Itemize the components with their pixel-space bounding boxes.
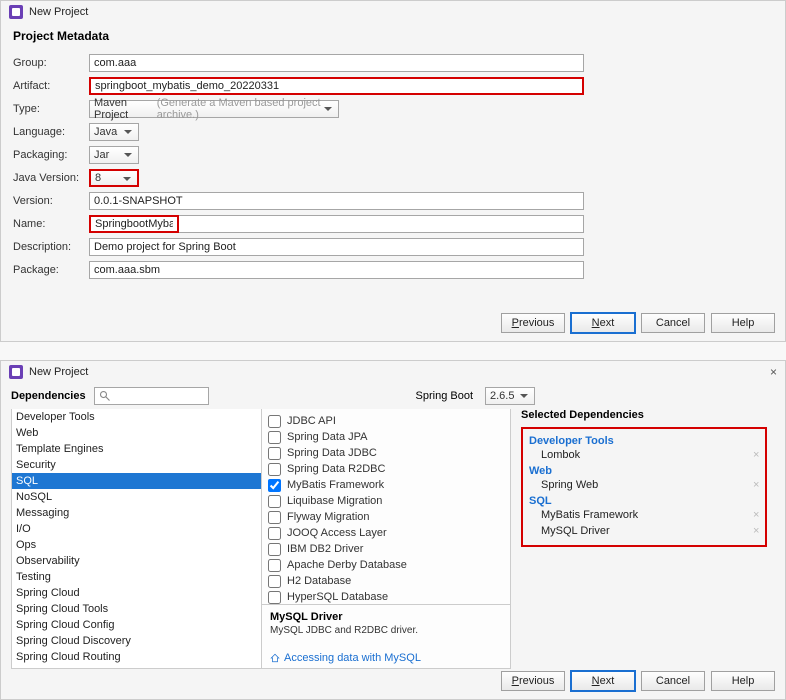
artifact-input[interactable]	[89, 77, 584, 95]
type-select[interactable]: Maven Project (Generate a Maven based pr…	[89, 100, 339, 118]
dependency-checkbox[interactable]: IBM DB2 Driver	[268, 541, 504, 557]
dependency-checkbox[interactable]: Spring Data JPA	[268, 429, 504, 445]
remove-dependency-button[interactable]: ×	[753, 449, 759, 461]
next-button[interactable]: Next	[571, 313, 635, 333]
search-icon	[99, 390, 111, 402]
springboot-label: Spring Boot	[416, 390, 473, 402]
selected-group-heading: SQL	[529, 495, 759, 507]
version-input[interactable]	[89, 192, 584, 210]
dependency-checkbox[interactable]: Flyway Migration	[268, 509, 504, 525]
dependency-checkbox[interactable]: JOOQ Access Layer	[268, 525, 504, 541]
desc-link[interactable]: Accessing data with MySQL	[270, 652, 502, 664]
dependency-checkbox[interactable]: JDBC API	[268, 413, 504, 429]
category-item[interactable]: Messaging	[12, 505, 261, 521]
previous-button[interactable]: Previous	[501, 313, 565, 333]
category-item[interactable]: Security	[12, 457, 261, 473]
previous-button[interactable]: Previous	[501, 671, 565, 691]
dependency-checkbox[interactable]: H2 Database	[268, 573, 504, 589]
category-item[interactable]: Spring Cloud Circuit Breaker	[12, 665, 261, 669]
remove-dependency-button[interactable]: ×	[753, 525, 759, 537]
category-item[interactable]: SQL	[12, 473, 261, 489]
label-version: Version:	[13, 195, 89, 207]
label-description: Description:	[13, 241, 89, 253]
close-button[interactable]: ×	[770, 365, 777, 379]
springboot-select[interactable]: 2.6.5	[485, 387, 535, 405]
package-input[interactable]	[89, 261, 584, 279]
label-group: Group:	[13, 57, 89, 69]
page-heading: Project Metadata	[1, 23, 785, 53]
home-icon	[270, 653, 280, 663]
remove-dependency-button[interactable]: ×	[753, 479, 759, 491]
help-button[interactable]: Help	[711, 313, 775, 333]
selected-group-heading: Developer Tools	[529, 435, 759, 447]
remove-dependency-button[interactable]: ×	[753, 509, 759, 521]
dependency-checkbox[interactable]: Apache Derby Database	[268, 557, 504, 573]
titlebar-2: New Project	[1, 361, 785, 383]
selected-dependency: MyBatis Framework×	[529, 507, 759, 523]
category-item[interactable]: Spring Cloud Config	[12, 617, 261, 633]
group-input[interactable]	[89, 54, 584, 72]
app-icon	[9, 365, 23, 379]
category-item[interactable]: NoSQL	[12, 489, 261, 505]
dependency-checkbox[interactable]: MyBatis Framework	[268, 477, 504, 493]
category-item[interactable]: Spring Cloud Routing	[12, 649, 261, 665]
label-artifact: Artifact:	[13, 80, 89, 92]
button-bar-2: Previous Next Cancel Help	[501, 671, 775, 691]
desc-title: MySQL Driver	[270, 611, 502, 623]
label-package: Package:	[13, 264, 89, 276]
packaging-select[interactable]: Jar	[89, 146, 139, 164]
category-item[interactable]: Web	[12, 425, 261, 441]
form-area: Group: Artifact: Type: Maven Project (Ge…	[1, 53, 785, 280]
titlebar: New Project	[1, 1, 785, 23]
category-item[interactable]: Spring Cloud Tools	[12, 601, 261, 617]
label-name: Name:	[13, 218, 89, 230]
category-item[interactable]: Observability	[12, 553, 261, 569]
next-button[interactable]: Next	[571, 671, 635, 691]
item-description: MySQL Driver MySQL JDBC and R2DBC driver…	[262, 604, 510, 668]
selected-heading: Selected Dependencies	[521, 409, 775, 427]
category-item[interactable]: I/O	[12, 521, 261, 537]
cancel-button[interactable]: Cancel	[641, 671, 705, 691]
button-bar: Previous Next Cancel Help	[501, 313, 775, 333]
window-title: New Project	[29, 6, 88, 18]
app-icon	[9, 5, 23, 19]
wizard-dependencies: × New Project Dependencies Spring Boot 2…	[0, 360, 786, 700]
window-title-2: New Project	[29, 366, 88, 378]
help-button[interactable]: Help	[711, 671, 775, 691]
label-packaging: Packaging:	[13, 149, 89, 161]
dependency-checkbox[interactable]: HyperSQL Database	[268, 589, 504, 604]
label-language: Language:	[13, 126, 89, 138]
category-item[interactable]: Spring Cloud Discovery	[12, 633, 261, 649]
category-item[interactable]: Spring Cloud	[12, 585, 261, 601]
category-item[interactable]: Ops	[12, 537, 261, 553]
dependencies-heading: Dependencies	[11, 390, 86, 402]
category-item[interactable]: Developer Tools	[12, 409, 261, 425]
selected-dependency: MySQL Driver×	[529, 523, 759, 539]
selected-dependency: Spring Web×	[529, 477, 759, 493]
desc-body: MySQL JDBC and R2DBC driver.	[270, 625, 502, 636]
category-item[interactable]: Testing	[12, 569, 261, 585]
dependency-checkbox[interactable]: Spring Data JDBC	[268, 445, 504, 461]
selected-panel: Selected Dependencies Developer ToolsLom…	[511, 409, 775, 669]
category-item[interactable]: Template Engines	[12, 441, 261, 457]
selected-deps-box: Developer ToolsLombok×WebSpring Web×SQLM…	[521, 427, 767, 547]
dependency-checkbox[interactable]: Liquibase Migration	[268, 493, 504, 509]
category-list[interactable]: Developer ToolsWebTemplate EnginesSecuri…	[11, 409, 262, 669]
label-javaversion: Java Version:	[13, 172, 89, 184]
selected-dependency: Lombok×	[529, 447, 759, 463]
search-input[interactable]	[94, 387, 209, 405]
label-type: Type:	[13, 103, 89, 115]
dependency-checkbox[interactable]: Spring Data R2DBC	[268, 461, 504, 477]
name-input[interactable]	[89, 215, 179, 233]
wizard-metadata: New Project Project Metadata Group: Arti…	[0, 0, 786, 342]
description-input[interactable]	[89, 238, 584, 256]
item-list: JDBC APISpring Data JPASpring Data JDBCS…	[262, 409, 511, 669]
search-row: Dependencies Spring Boot 2.6.5	[11, 387, 775, 405]
selected-group-heading: Web	[529, 465, 759, 477]
language-select[interactable]: Java	[89, 123, 139, 141]
cancel-button[interactable]: Cancel	[641, 313, 705, 333]
javaversion-select[interactable]: 8	[89, 169, 139, 187]
